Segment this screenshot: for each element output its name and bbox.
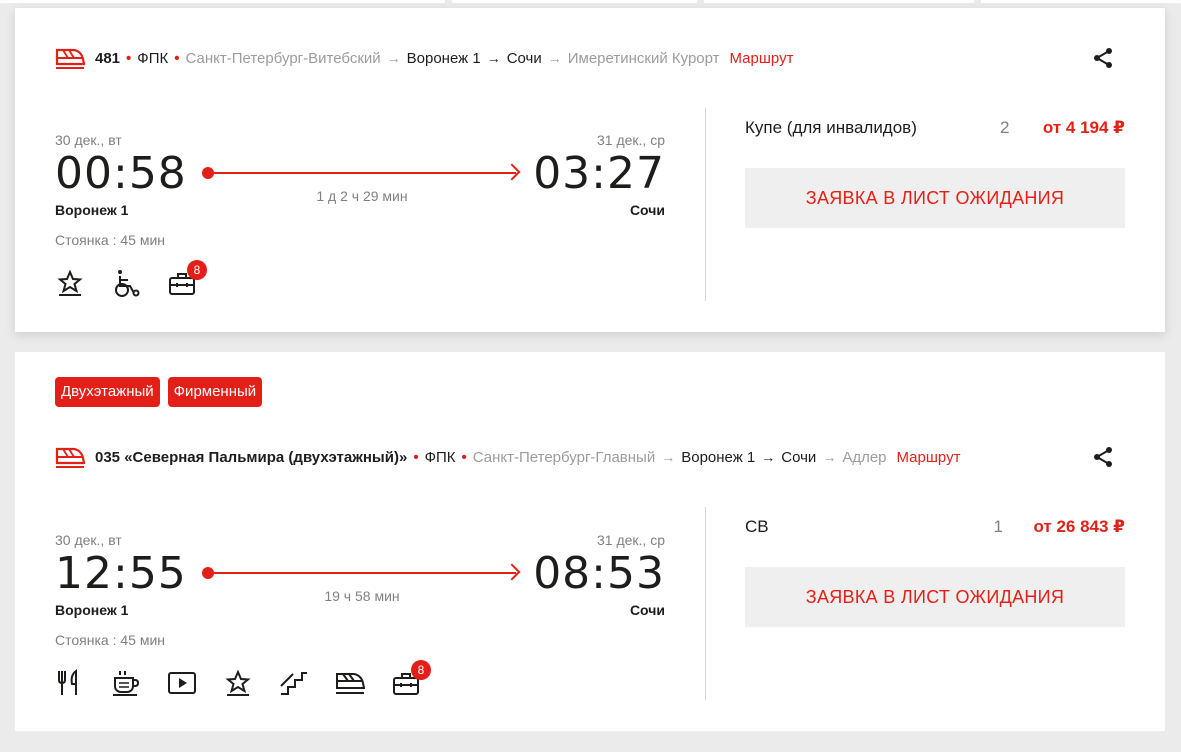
schedule: 30 дек., вт 31 дек., ср 00:58 1 д 2 ч 29…	[55, 132, 665, 298]
tag-double-deck: Двухэтажный	[55, 377, 160, 407]
separator-dot: •	[461, 448, 467, 466]
separator-dot: •	[174, 49, 180, 67]
departure-time: 00:58	[55, 148, 187, 199]
duration: 19 ч 58 мин	[324, 588, 400, 604]
luggage-badge: 8	[187, 260, 207, 280]
departure-time: 12:55	[55, 548, 187, 599]
schedule: 30 дек., вт 31 дек., ср 12:55 19 ч 58 ми…	[55, 532, 665, 698]
segment-to: Сочи	[781, 448, 817, 466]
train-number: 035 «Северная Пальмира (двухэтажный)»	[95, 448, 408, 466]
arrival-time: 03:27	[533, 148, 665, 199]
departure-station: Воронеж 1	[55, 602, 129, 618]
amenities: 8	[55, 660, 665, 698]
arrow-right-icon: →	[661, 449, 676, 465]
train-number: 481	[95, 49, 121, 67]
separator-dot: •	[126, 49, 132, 67]
divider	[705, 507, 706, 700]
fare-row[interactable]: СВ 1 от 26 843 ₽	[745, 517, 1125, 537]
route-link[interactable]: Маршрут	[730, 50, 794, 67]
segment-to: Сочи	[506, 49, 542, 67]
arrival-station: Сочи	[629, 202, 665, 218]
waitlist-button[interactable]: ЗАЯВКА В ЛИСТ ОЖИДАНИЯ	[745, 168, 1125, 228]
arrival-station: Сочи	[629, 602, 665, 618]
share-icon[interactable]	[1091, 445, 1115, 469]
train-icon[interactable]	[335, 668, 366, 698]
departure-station: Воронеж 1	[55, 202, 129, 218]
fare-row[interactable]: Купе (для инвалидов) 2 от 4 194 ₽	[745, 118, 1125, 138]
seats-count: 1	[993, 517, 1003, 536]
route-destination: Имеретинский Курорт	[567, 49, 720, 67]
segment-from: Воронеж 1	[681, 448, 756, 466]
stop-duration: Стоянка : 45 мин	[55, 632, 165, 648]
train-card: Двухэтажный Фирменный 035 «Северная Паль…	[15, 352, 1165, 731]
route-link[interactable]: Маршрут	[897, 449, 961, 466]
luggage-icon[interactable]: 8	[167, 260, 207, 298]
restaurant-icon[interactable]	[55, 668, 85, 698]
price: от 26 843 ₽	[1033, 517, 1125, 536]
train-icon	[55, 46, 85, 70]
tags: Двухэтажный Фирменный	[55, 377, 263, 407]
divider	[705, 108, 706, 301]
car-class: Купе (для инвалидов)	[745, 118, 917, 137]
arrow-right-icon: →	[386, 50, 401, 66]
route-destination: Адлер	[842, 448, 887, 466]
stairs-icon[interactable]	[279, 668, 309, 698]
carrier: ФПК	[424, 448, 456, 466]
train-card: 481 • ФПК • Санкт-Петербург-Витебский → …	[15, 8, 1165, 332]
tag-branded: Фирменный	[167, 377, 263, 407]
segment-from: Воронеж 1	[406, 49, 481, 67]
seats-count: 2	[1000, 118, 1010, 137]
wheelchair-icon[interactable]	[111, 268, 141, 298]
amenities: 8	[55, 260, 665, 298]
coffee-icon[interactable]	[111, 668, 141, 698]
star-icon[interactable]	[223, 668, 253, 698]
fare-panel: СВ 1 от 26 843 ₽ ЗАЯВКА В ЛИСТ ОЖИДАНИЯ	[745, 517, 1125, 627]
route-line: 035 «Северная Пальмира (двухэтажный)» • …	[55, 445, 960, 469]
journey-line	[202, 567, 516, 579]
carrier: ФПК	[137, 49, 169, 67]
route-line: 481 • ФПК • Санкт-Петербург-Витебский → …	[55, 46, 793, 70]
route-origin: Санкт-Петербург-Витебский	[185, 49, 381, 67]
duration: 1 д 2 ч 29 мин	[316, 188, 408, 204]
arrow-right-icon: →	[486, 50, 501, 66]
price: от 4 194 ₽	[1042, 118, 1125, 137]
waitlist-button[interactable]: ЗАЯВКА В ЛИСТ ОЖИДАНИЯ	[745, 567, 1125, 627]
video-icon[interactable]	[167, 668, 197, 698]
separator-dot: •	[413, 448, 419, 466]
journey-line	[202, 167, 516, 179]
luggage-icon[interactable]: 8	[391, 660, 431, 698]
arrow-right-icon: →	[547, 50, 562, 66]
share-icon[interactable]	[1091, 46, 1115, 70]
arrival-time: 08:53	[533, 548, 665, 599]
fare-panel: Купе (для инвалидов) 2 от 4 194 ₽ ЗАЯВКА…	[745, 118, 1125, 228]
arrow-right-icon: →	[761, 449, 776, 465]
arrow-right-icon: →	[822, 449, 837, 465]
car-class: СВ	[745, 517, 769, 536]
star-icon[interactable]	[55, 268, 85, 298]
stop-duration: Стоянка : 45 мин	[55, 232, 165, 248]
luggage-badge: 8	[411, 660, 431, 680]
top-strip	[0, 0, 1181, 4]
route-origin: Санкт-Петербург-Главный	[472, 448, 656, 466]
train-icon	[55, 445, 85, 469]
